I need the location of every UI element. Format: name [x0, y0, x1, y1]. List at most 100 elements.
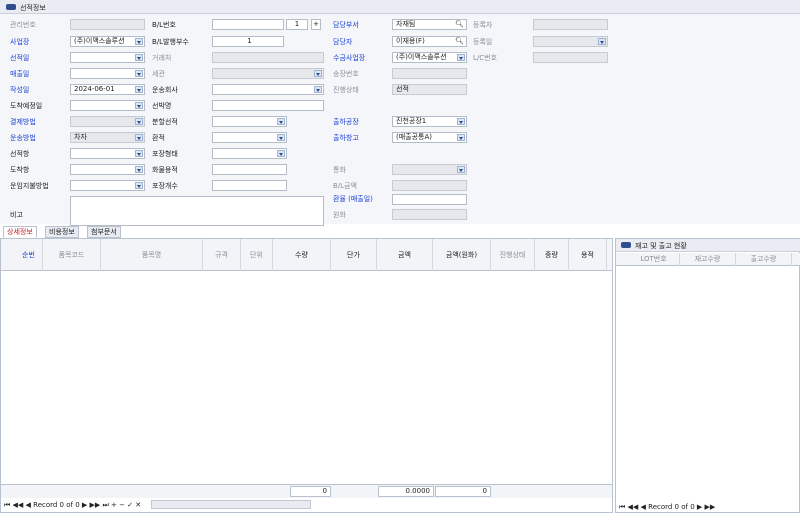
ship-date-field[interactable]: [70, 52, 145, 63]
dropdown-icon[interactable]: [457, 54, 465, 61]
stock-panel-header: 재고 및 출고 현황: [616, 239, 800, 252]
remark-textarea[interactable]: [70, 196, 324, 226]
sale-date-field[interactable]: [70, 68, 145, 79]
customs-select: [212, 68, 324, 79]
col-volume[interactable]: 용적: [569, 239, 607, 271]
dropdown-icon[interactable]: [277, 150, 285, 157]
stock-panel: 재고 및 출고 현황 LOT번호 재고수량 출고수량 ⏮ ◀◀ ◀ Record…: [615, 238, 800, 513]
col-lot[interactable]: LOT번호: [628, 253, 680, 266]
biz-select[interactable]: (주)이맥스솔루션: [70, 36, 145, 47]
pkg-count-field[interactable]: [212, 180, 287, 191]
add-bl-button[interactable]: +: [311, 19, 321, 30]
bl-no-field[interactable]: [212, 19, 284, 30]
calendar-dropdown-icon[interactable]: [135, 86, 143, 93]
col-unit[interactable]: 단위: [241, 239, 273, 271]
mgmt-no-field: [70, 19, 145, 30]
dropdown-icon[interactable]: [135, 150, 143, 157]
customs-label: 세관: [152, 70, 165, 78]
col-out-qty[interactable]: 출고수량: [736, 253, 792, 266]
tab-attachments[interactable]: 첨부문서: [87, 226, 121, 238]
col-item-code[interactable]: 품목코드: [43, 239, 101, 271]
transship-select[interactable]: [212, 132, 287, 143]
col-price[interactable]: 단가: [331, 239, 377, 271]
col-weight[interactable]: 중량: [535, 239, 569, 271]
write-date-field[interactable]: 2024-06-01: [70, 84, 145, 95]
biz-label: 사업장: [10, 38, 30, 46]
pack-type-select[interactable]: [212, 148, 287, 159]
won-field: [392, 209, 467, 220]
won-label: 원화: [333, 211, 346, 219]
transship-label: 환적: [152, 134, 165, 142]
panel-icon: [621, 242, 631, 248]
dest-port-select[interactable]: [70, 164, 145, 175]
reg-user-label: 등록자: [473, 21, 493, 29]
dropdown-icon: [135, 134, 143, 141]
col-status[interactable]: 진행상태: [491, 239, 535, 271]
ship-port-label: 선적항: [10, 150, 30, 158]
bl-no-label: B/L번호: [152, 21, 176, 29]
dropdown-icon[interactable]: [314, 86, 322, 93]
bl-copies-field[interactable]: 1: [212, 36, 284, 47]
calendar-dropdown-icon[interactable]: [135, 54, 143, 61]
dept-field[interactable]: 자재팀 🔍︎: [392, 19, 467, 30]
recv-biz-select[interactable]: (주)이맥스솔루션: [392, 52, 467, 63]
reg-user-field: [533, 19, 608, 30]
customer-field: [212, 52, 324, 63]
status-label: 진행상태: [333, 86, 359, 94]
col-seq[interactable]: 순번: [15, 239, 43, 271]
carrier-select[interactable]: [212, 84, 324, 95]
sale-date-label: 매출일: [10, 70, 30, 78]
stock-panel-title: 재고 및 출고 현황: [635, 242, 687, 250]
calendar-dropdown-icon[interactable]: [135, 102, 143, 109]
grid-navigator[interactable]: ⏮ ◀◀ ◀ Record 0 of 0 ▶ ▶▶ ⏭ + − ✓ ✕: [1, 499, 141, 511]
pay-method-select: [70, 116, 145, 127]
footer-won-total: 0: [435, 486, 491, 497]
stock-navigator[interactable]: ⏮ ◀◀ ◀ Record 0 of 0 ▶ ▶▶: [616, 501, 715, 513]
col-stock-qty[interactable]: 재고수량: [680, 253, 736, 266]
detail-grid: 순번 품목코드 품목명 규격 단위 수량 단가 금액 금액(원화) 진행상태 중…: [0, 238, 613, 513]
dropdown-icon[interactable]: [135, 166, 143, 173]
split-ship-select[interactable]: [212, 116, 287, 127]
dropdown-icon: [135, 118, 143, 125]
bl-count-field[interactable]: 1: [286, 19, 308, 30]
dropdown-icon[interactable]: [135, 38, 143, 45]
ship-name-field[interactable]: [212, 100, 324, 111]
tab-detail[interactable]: 상세정보: [3, 226, 37, 238]
tab-cost[interactable]: 비용정보: [45, 226, 79, 238]
bl-copies-label: B/L발행부수: [152, 38, 189, 46]
out-factory-select[interactable]: 진천공장1: [392, 116, 467, 127]
currency-label: 통화: [333, 166, 346, 174]
dropdown-icon[interactable]: [277, 134, 285, 141]
trans-method-label: 운송방법: [10, 134, 36, 142]
arrival-field[interactable]: [70, 100, 145, 111]
dropdown-icon[interactable]: [457, 134, 465, 141]
col-item-name[interactable]: 품목명: [101, 239, 203, 271]
stock-record-counter: Record 0 of 0: [648, 503, 695, 511]
horizontal-scrollbar[interactable]: [151, 500, 311, 509]
status-field: 선적: [392, 84, 467, 95]
calendar-dropdown-icon[interactable]: [135, 70, 143, 77]
dropdown-icon[interactable]: [277, 118, 285, 125]
out-factory-label: 출하공장: [333, 118, 359, 126]
out-wh-select[interactable]: (매출공통A): [392, 132, 467, 143]
dest-port-label: 도착항: [10, 166, 30, 174]
col-amount-won[interactable]: 금액(원화): [433, 239, 491, 271]
cargo-vol-field[interactable]: [212, 164, 287, 175]
dropdown-icon[interactable]: [457, 118, 465, 125]
lc-no-field: [533, 52, 608, 63]
freight-pay-label: 운임지불방법: [10, 182, 49, 190]
col-spec[interactable]: 규격: [203, 239, 241, 271]
fx-rate-field[interactable]: [392, 194, 467, 205]
col-amount[interactable]: 금액: [377, 239, 433, 271]
trans-method-select: 차자: [70, 132, 145, 143]
ship-port-select[interactable]: [70, 148, 145, 159]
freight-pay-select[interactable]: [70, 180, 145, 191]
search-icon[interactable]: 🔍︎: [455, 37, 464, 46]
bl-amount-label: B/L금액: [333, 182, 357, 190]
search-icon[interactable]: 🔍︎: [455, 20, 464, 29]
col-qty[interactable]: 수량: [273, 239, 331, 271]
recv-biz-label: 수금사업장: [333, 54, 366, 62]
arrival-label: 도착예정일: [10, 102, 43, 110]
dropdown-icon[interactable]: [135, 182, 143, 189]
manager-field[interactable]: 이재용(F) 🔍︎: [392, 36, 467, 47]
